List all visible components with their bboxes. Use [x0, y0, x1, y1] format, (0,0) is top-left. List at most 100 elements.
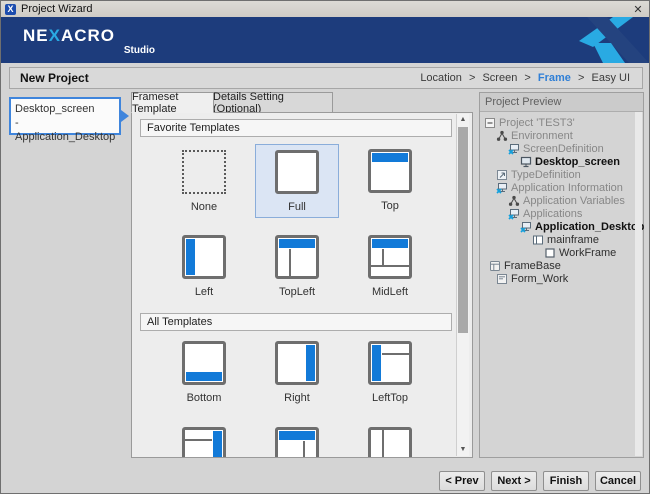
title-bar: X Project Wizard ✕ [1, 1, 649, 17]
breadcrumb-frame-current: Frame [538, 72, 571, 84]
brand-right: ACRO [61, 26, 115, 45]
breadcrumb-location: Location [420, 72, 462, 84]
template-label: Top [348, 200, 432, 212]
template-none[interactable]: None [162, 144, 246, 218]
finish-button[interactable]: Finish [543, 471, 589, 491]
preview-scroll-track[interactable] [635, 112, 642, 456]
brand-subtitle: Studio [23, 45, 155, 56]
template-label: Full [256, 201, 338, 213]
tree-item-mainframe[interactable]: mainframe [480, 233, 643, 246]
template-topleft[interactable]: TopLeft [255, 230, 339, 304]
tree-item-typedefinition[interactable]: TypeDefinition [480, 168, 643, 181]
template-list-panel: Favorite Templates None Full Top Left To… [131, 112, 473, 458]
applications-icon [508, 208, 520, 220]
tree-item-project[interactable]: Project 'TEST3' [480, 116, 643, 129]
tree-item-application-information[interactable]: Application Information [480, 181, 643, 194]
template-label: Bottom [162, 392, 246, 404]
page-title: New Project [20, 71, 89, 85]
tab-details-setting[interactable]: Details Setting (Optional) [213, 92, 333, 113]
template-full[interactable]: Full [255, 144, 339, 218]
tree-item-screendefinition[interactable]: ScreenDefinition [480, 142, 643, 155]
app-icon: X [5, 4, 16, 15]
cancel-button[interactable]: Cancel [595, 471, 641, 491]
project-preview-panel: Project Preview Project 'TEST3' Environm… [479, 92, 644, 458]
page-header: New Project Location > Screen > Frame > … [9, 67, 643, 89]
favorite-templates-header: Favorite Templates [140, 119, 452, 137]
breadcrumb-screen: Screen [482, 72, 517, 84]
template-lefttop[interactable]: LeftTop [348, 336, 432, 410]
selection-pointer-icon [121, 110, 129, 122]
tree-label: Form_Work [511, 273, 568, 285]
prev-button[interactable]: < Prev [439, 471, 485, 491]
workframe-icon [544, 247, 556, 259]
tree-item-application-desktop[interactable]: Application_Desktop [480, 220, 643, 233]
desktop-screen-monitor-icon [520, 156, 532, 168]
template-top[interactable]: Top [348, 144, 432, 218]
framebase-icon [489, 260, 501, 272]
all-templates-header: All Templates [140, 313, 452, 331]
template-top-thumbnail [368, 149, 412, 193]
template-right[interactable]: Right [255, 336, 339, 410]
application-information-icon [496, 182, 508, 194]
template-right-thumbnail [275, 341, 319, 385]
scroll-up-icon[interactable]: ▲ [457, 114, 469, 126]
template-topright[interactable] [255, 422, 339, 458]
template-left[interactable]: Left [162, 230, 246, 304]
template-topleft-thumbnail [275, 235, 319, 279]
environment-icon [496, 130, 508, 142]
template-righttop[interactable] [162, 422, 246, 458]
tree-item-workframe[interactable]: WorkFrame [480, 246, 643, 259]
window-title: Project Wizard [21, 3, 93, 15]
scroll-down-icon[interactable]: ▼ [457, 444, 469, 456]
tree-label: Project 'TEST3' [499, 117, 575, 129]
template-midleft[interactable]: MidLeft [348, 230, 432, 304]
tree-item-environment[interactable]: Environment [480, 129, 643, 142]
tab-frameset-template[interactable]: Frameset Template [131, 92, 214, 113]
next-button[interactable]: Next > [491, 471, 537, 491]
brand-left: NE [23, 26, 49, 45]
tree-item-framebase[interactable]: FrameBase [480, 259, 643, 272]
breadcrumb-separator: > [524, 72, 530, 84]
brand-x-logo-icon [557, 17, 649, 63]
project-preview-tree: Project 'TEST3' Environment ScreenDefini… [480, 112, 643, 285]
brand-x: X [49, 26, 61, 45]
project-wizard-dialog: X Project Wizard ✕ NEXACRO Studio New Pr… [0, 0, 650, 494]
tree-item-desktop-screen[interactable]: Desktop_screen [480, 155, 643, 168]
tree-label: ScreenDefinition [523, 143, 604, 155]
template-bottomleft[interactable] [348, 422, 432, 458]
tree-label: Applications [523, 208, 582, 220]
application-variables-icon [508, 195, 520, 207]
template-bottom[interactable]: Bottom [162, 336, 246, 410]
tree-item-applications[interactable]: Applications [480, 207, 643, 220]
template-bottomleft-thumbnail [368, 427, 412, 458]
breadcrumb-separator: > [578, 72, 584, 84]
template-label: TopLeft [255, 286, 339, 298]
template-left-thumbnail [182, 235, 226, 279]
application-desktop-icon [520, 221, 532, 233]
template-label: Right [255, 392, 339, 404]
selected-screen-item[interactable]: Desktop_screen - Application_Desktop [9, 97, 121, 135]
breadcrumb: Location > Screen > Frame > Easy UI [418, 72, 632, 84]
template-full-thumbnail [275, 150, 319, 194]
template-label: LeftTop [348, 392, 432, 404]
template-righttop-thumbnail [182, 427, 226, 458]
form-icon [496, 273, 508, 285]
brand-wordmark: NEXACRO [23, 26, 115, 46]
brand-banner: NEXACRO Studio [1, 17, 649, 63]
selected-application-name: - Application_Desktop [15, 116, 115, 144]
template-lefttop-thumbnail [368, 341, 412, 385]
tree-item-application-variables[interactable]: Application Variables [480, 194, 643, 207]
close-icon[interactable]: ✕ [631, 3, 645, 16]
tree-label: Application Information [511, 182, 623, 194]
breadcrumb-separator: > [469, 72, 475, 84]
template-label: MidLeft [348, 286, 432, 298]
project-node-icon [484, 117, 496, 129]
template-topright-thumbnail [275, 427, 319, 458]
template-scrollbar[interactable]: ▲ ▼ [456, 114, 469, 456]
tree-label: Application Variables [523, 195, 625, 207]
tree-label: Application_Desktop [535, 221, 644, 233]
template-midleft-thumbnail [368, 235, 412, 279]
tree-item-form-work[interactable]: Form_Work [480, 272, 643, 285]
scrollbar-thumb[interactable] [458, 127, 468, 333]
selected-screen-name: Desktop_screen [15, 102, 115, 116]
